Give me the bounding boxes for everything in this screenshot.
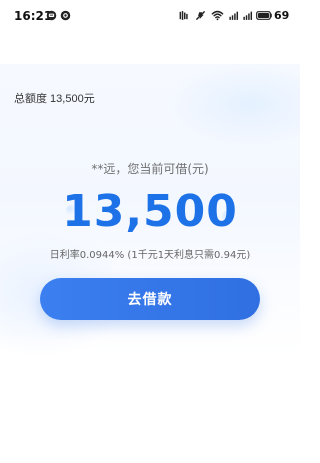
do-not-disturb-icon: [196, 11, 205, 20]
battery-icon: [256, 11, 272, 20]
available-amount: 13,500: [62, 186, 238, 237]
borrow-button-label: 去借款: [127, 292, 173, 308]
total-credit-label: 总额度 13,500元: [14, 93, 95, 105]
signal-icon-secondary: [243, 11, 253, 20]
wifi-icon: [211, 10, 224, 21]
signal-icon: [229, 11, 239, 20]
message-icon: [46, 10, 57, 21]
interest-rate-text: 日利率0.0944% (1千元1天利息只需0.94元): [49, 250, 251, 261]
mute-icon: [179, 11, 188, 20]
available-subtitle: **远，您当前可借(元): [91, 162, 209, 176]
borrow-button[interactable]: 去借款: [40, 278, 260, 320]
battery-level: 69: [274, 9, 290, 22]
status-bar: 16:21 69: [0, 0, 300, 34]
browser-icon: [60, 10, 71, 21]
